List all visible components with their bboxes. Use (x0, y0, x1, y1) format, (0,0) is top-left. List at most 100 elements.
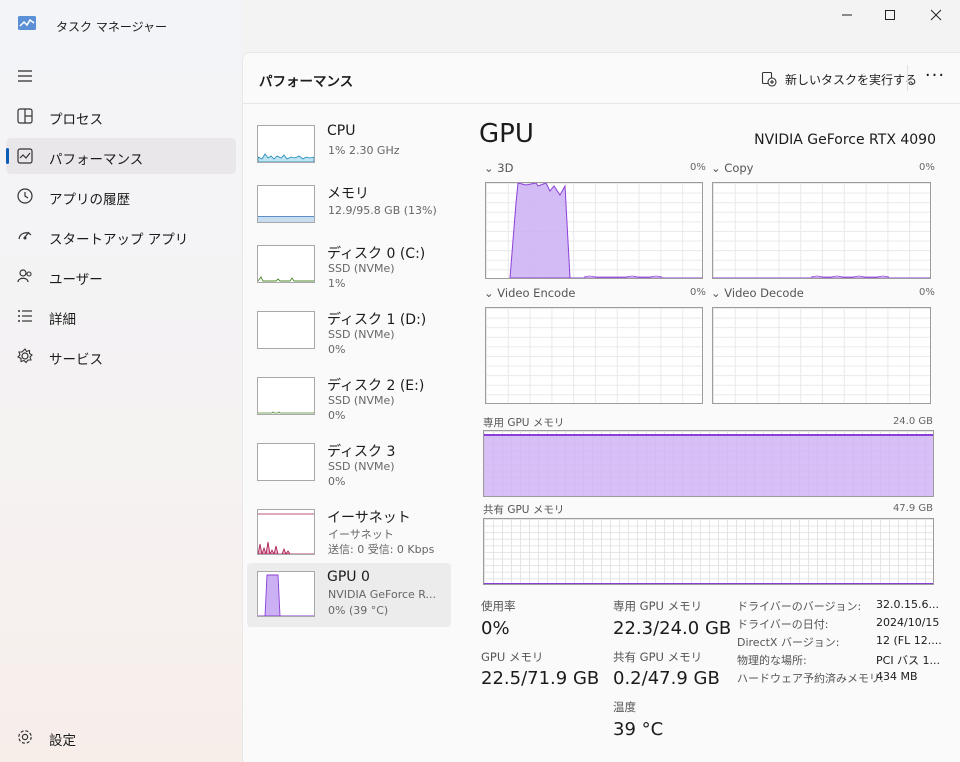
settings-label: 設定 (49, 733, 76, 749)
device-memory[interactable]: メモリ 12.9/95.8 GB (13%) (247, 179, 451, 233)
hamburger-menu-icon[interactable] (16, 67, 34, 85)
gpu-model: NVIDIA GeForce RTX 4090 (754, 132, 936, 148)
usage-label: 使用率 (481, 599, 516, 613)
new-task-button[interactable]: 新しいタスクを実行する (761, 69, 917, 89)
sidebar-item-services[interactable]: サービス (6, 338, 236, 374)
driver-version-label: ドライバーのバージョン: (737, 600, 862, 613)
device-usage: 0% (328, 475, 346, 488)
device-usage: 0% (39 °C) (328, 604, 389, 617)
engine-video-encode-name: Video Encode (497, 286, 576, 300)
sidebar-item-label: プロセス (49, 112, 103, 128)
shared-memory-fill (484, 582, 933, 584)
device-gpu-0[interactable]: GPU 0 NVIDIA GeForce R... 0% (39 °C) (247, 563, 451, 627)
sidebar-item-processes[interactable]: プロセス (6, 98, 236, 134)
dedicated-memory-graph-label: 専用 GPU メモリ (483, 417, 565, 429)
device-throughput: 送信: 0 受信: 0 Kbps (328, 543, 435, 556)
disk1-thumbnail-graph (257, 311, 315, 349)
device-detail: 12.9/95.8 GB (13%) (328, 204, 437, 217)
new-task-icon (761, 71, 777, 87)
cpu-sparkline (258, 153, 314, 162)
driver-date-label: ドライバーの日付: (737, 618, 829, 631)
sidebar-item-label: アプリの履歴 (49, 192, 130, 208)
sidebar-item-label: パフォーマンス (49, 152, 144, 168)
disk0-thumbnail-graph (257, 245, 315, 283)
dedicated-memory-graph (483, 430, 934, 497)
toolbar-divider (907, 65, 908, 91)
engine-3d-label[interactable]: ⌄ 3D (484, 161, 513, 175)
processes-icon (17, 108, 33, 124)
device-detail: SSD (NVMe) (328, 460, 395, 473)
engine-video-decode-name: Video Decode (724, 286, 804, 300)
device-disk-2[interactable]: ディスク 2 (E:) SSD (NVMe) 0% (247, 371, 451, 429)
sidebar-item-settings[interactable]: 設定 (6, 719, 236, 755)
physical-location-value: PCI バス 1... (876, 654, 941, 667)
sidebar-item-startup-apps[interactable]: スタートアップ アプリ (6, 218, 236, 254)
shared-memory-max: 47.9 GB (892, 503, 933, 514)
device-name: メモリ (327, 186, 369, 202)
engine-copy-usage-line (713, 275, 930, 278)
device-name: ディスク 3 (327, 444, 396, 460)
gpu-memory-value: 22.5/71.9 GB (481, 668, 600, 689)
engine-copy-percent: 0% (919, 162, 935, 173)
selection-indicator (6, 148, 9, 164)
engine-video-encode-percent: 0% (690, 287, 706, 298)
sidebar-item-details[interactable]: 詳細 (6, 298, 236, 334)
device-ethernet[interactable]: イーサネット イーサネット 送信: 0 受信: 0 Kbps (247, 503, 451, 561)
disk3-thumbnail-graph (257, 443, 315, 481)
sidebar-item-performance[interactable]: パフォーマンス (6, 138, 236, 174)
dedicated-memory-fill (484, 433, 933, 496)
sidebar-item-label: サービス (49, 352, 103, 368)
new-task-label: 新しいタスクを実行する (785, 72, 918, 87)
shared-memory-graph-label: 共有 GPU メモリ (483, 504, 565, 516)
device-name: CPU (327, 123, 356, 139)
temperature-value: 39 °C (613, 719, 664, 740)
app-title: タスク マネージャー (56, 20, 167, 34)
sidebar-item-label: スタートアップ アプリ (49, 232, 189, 248)
task-manager-window: タスク マネージャー プロセス パフォーマンス アプリの履歴 スタートアップ ア… (0, 0, 960, 762)
usage-value: 0% (481, 618, 510, 639)
engine-3d-name: 3D (497, 161, 514, 175)
disk2-sparkline (258, 411, 314, 414)
device-name: ディスク 1 (D:) (327, 312, 427, 328)
device-detail: イーサネット (328, 528, 394, 541)
device-disk-0[interactable]: ディスク 0 (C:) SSD (NVMe) 1% (247, 239, 451, 297)
startup-icon (18, 231, 32, 240)
details-icon (18, 310, 32, 322)
gpu-thumbnail-graph (257, 571, 315, 617)
device-name: イーサネット (327, 510, 411, 526)
task-manager-app-icon (18, 16, 36, 30)
close-button[interactable] (925, 6, 947, 24)
engine-3d-percent: 0% (690, 162, 706, 173)
device-usage: 0% (328, 409, 346, 422)
device-detail: SSD (NVMe) (328, 262, 395, 275)
device-cpu[interactable]: CPU 1% 2.30 GHz (247, 119, 451, 173)
engine-video-decode-label[interactable]: ⌄ Video Decode (711, 286, 804, 300)
device-detail: SSD (NVMe) (328, 328, 395, 341)
engine-video-encode-label[interactable]: ⌄ Video Encode (484, 286, 575, 300)
device-detail: 1% 2.30 GHz (328, 144, 400, 157)
minimize-button[interactable] (836, 6, 858, 24)
device-usage: 1% (328, 277, 346, 290)
cpu-thumbnail-graph (257, 125, 315, 163)
engine-3d-usage-line (509, 183, 702, 278)
memory-thumbnail-graph (257, 185, 315, 223)
sidebar-item-app-history[interactable]: アプリの履歴 (6, 178, 236, 214)
sidebar-item-users[interactable]: ユーザー (6, 258, 236, 294)
ethernet-sparkline (258, 513, 314, 554)
device-name: ディスク 2 (E:) (327, 378, 425, 394)
maximize-button[interactable] (879, 6, 901, 24)
device-detail: SSD (NVMe) (328, 394, 395, 407)
disk2-thumbnail-graph (257, 377, 315, 415)
gpu-memory-label: GPU メモリ (481, 650, 544, 664)
more-options-button[interactable]: ··· (923, 67, 947, 91)
disk0-sparkline (258, 276, 314, 282)
engine-copy-name: Copy (724, 161, 754, 175)
device-detail: NVIDIA GeForce R... (328, 588, 437, 601)
engine-copy-label[interactable]: ⌄ Copy (711, 161, 753, 175)
engine-video-decode-graph (712, 307, 931, 404)
device-disk-3[interactable]: ディスク 3 SSD (NVMe) 0% (247, 437, 451, 495)
driver-version-value: 32.0.15.6... (876, 598, 939, 611)
device-disk-1[interactable]: ディスク 1 (D:) SSD (NVMe) 0% (247, 305, 451, 363)
settings-gear-icon (18, 730, 32, 744)
device-name: ディスク 0 (C:) (327, 246, 426, 262)
